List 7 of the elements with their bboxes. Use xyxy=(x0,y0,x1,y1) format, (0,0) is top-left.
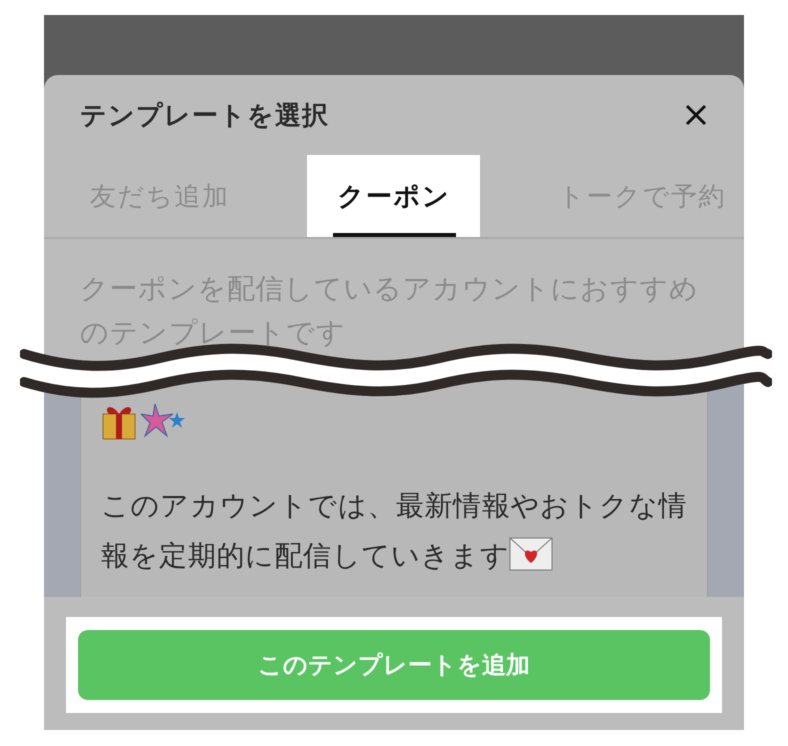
close-button[interactable] xyxy=(684,103,708,127)
dialog-title: テンプレートを選択 xyxy=(80,100,329,132)
add-template-button[interactable]: このテンプレートを追加 xyxy=(78,630,710,700)
tab[interactable]: クーポン xyxy=(307,155,480,237)
close-icon xyxy=(684,103,708,127)
message-text: このアカウントでは、最新情報やおトクな情報を定期的に配信していきます xyxy=(101,488,687,574)
stars-icon xyxy=(141,402,187,440)
